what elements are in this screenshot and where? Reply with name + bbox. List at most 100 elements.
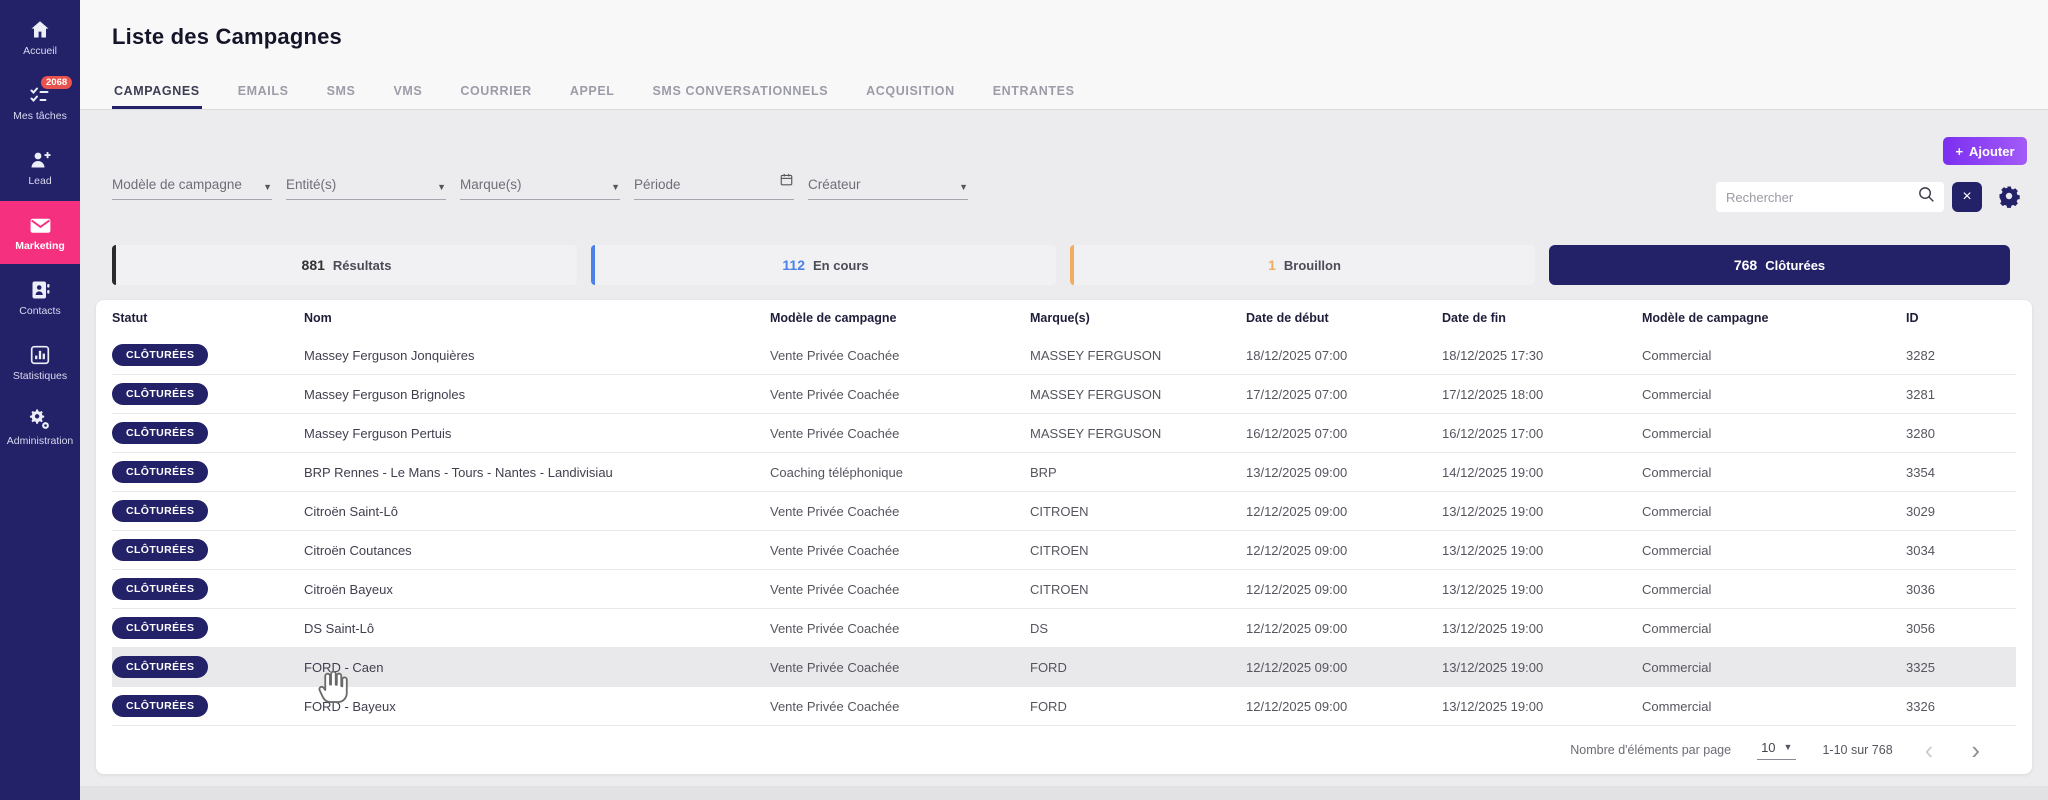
stat-card-resultats[interactable]: 881 Résultats	[112, 245, 577, 285]
page-title: Liste des Campagnes	[112, 24, 342, 49]
sidebar-item-accueil[interactable]: Accueil	[0, 6, 80, 69]
cell-nom: FORD - Bayeux	[304, 698, 396, 714]
page-bottom-strip	[80, 786, 2048, 800]
cell-modele-2: Commercial	[1642, 620, 1712, 636]
table-row[interactable]: CLÔTURÉES Citroën Saint-Lô Vente Privée …	[112, 492, 2016, 531]
cell-nom: BRP Rennes - Le Mans - Tours - Nantes - …	[304, 464, 613, 480]
table-row[interactable]: CLÔTURÉES BRP Rennes - Le Mans - Tours -…	[112, 453, 2016, 492]
filter-periode[interactable]: Période	[634, 172, 794, 200]
cell-marque: FORD	[1030, 698, 1067, 714]
page-size-select[interactable]: 10 ▼	[1757, 740, 1797, 760]
table-row[interactable]: CLÔTURÉES Massey Ferguson Pertuis Vente …	[112, 414, 2016, 453]
stat-card-brouillon[interactable]: 1 Brouillon	[1070, 245, 1535, 285]
cell-nom: Citroën Coutances	[304, 542, 412, 558]
plus-icon: +	[1955, 143, 1964, 159]
cell-nom: DS Saint-Lô	[304, 620, 375, 636]
search-input[interactable]	[1726, 189, 1917, 205]
filter-createur[interactable]: Créateur ▼	[808, 172, 968, 200]
cell-nom: Massey Ferguson Jonquières	[304, 347, 475, 363]
chevron-down-icon: ▼	[959, 182, 968, 192]
cell-date-debut: 12/12/2025 09:00	[1246, 581, 1348, 597]
clear-search-button[interactable]: ×	[1952, 182, 1982, 212]
sidebar-item-mes-taches[interactable]: 2068 Mes tâches	[0, 71, 80, 134]
cell-date-debut: 12/12/2025 09:00	[1246, 620, 1348, 636]
cell-date-fin: 13/12/2025 19:00	[1442, 503, 1544, 519]
table-row[interactable]: CLÔTURÉES FORD - Bayeux Vente Privée Coa…	[112, 687, 2016, 726]
status-badge: CLÔTURÉES	[112, 617, 209, 639]
cell-id: 3354	[1906, 464, 1935, 480]
table-row[interactable]: CLÔTURÉES DS Saint-Lô Vente Privée Coach…	[112, 609, 2016, 648]
column-header-date-fin: Date de fin	[1442, 311, 1506, 325]
tab-emails[interactable]: EMAILS	[236, 78, 291, 109]
chevron-left-icon: ‹	[1924, 734, 1934, 765]
cell-date-debut: 18/12/2025 07:00	[1246, 347, 1348, 363]
stat-card-en-cours[interactable]: 112 En cours	[591, 245, 1056, 285]
stat-card-cloturees[interactable]: 768 Clôturées	[1549, 245, 2010, 285]
campaign-table: Statut Nom Modèle de campagne Marque(s) …	[96, 300, 2032, 774]
cell-nom: Citroën Saint-Lô	[304, 503, 398, 519]
cell-date-debut: 12/12/2025 09:00	[1246, 698, 1348, 714]
table-settings-button[interactable]	[1996, 184, 2022, 210]
sidebar-item-marketing[interactable]: Marketing	[0, 201, 80, 264]
table-footer: Nombre d'éléments par page 10 ▼ 1-10 sur…	[112, 726, 2016, 773]
filter-entites[interactable]: Entité(s) ▼	[286, 172, 446, 200]
cell-id: 3056	[1906, 620, 1935, 636]
cell-date-fin: 13/12/2025 19:00	[1442, 620, 1544, 636]
tab-acquisition[interactable]: ACQUISITION	[864, 78, 957, 109]
filter-marques[interactable]: Marque(s) ▼	[460, 172, 620, 200]
tab-sms[interactable]: SMS	[325, 78, 358, 109]
tab-appel[interactable]: APPEL	[568, 78, 617, 109]
cell-date-debut: 12/12/2025 09:00	[1246, 659, 1348, 675]
sidebar-item-statistiques[interactable]: Statistiques	[0, 331, 80, 394]
cell-date-debut: 13/12/2025 09:00	[1246, 464, 1348, 480]
cell-modele-2: Commercial	[1642, 503, 1712, 519]
tab-courrier[interactable]: COURRIER	[458, 78, 533, 109]
cell-nom: Citroën Bayeux	[304, 581, 393, 597]
filter-bar: Modèle de campagne ▼ Entité(s) ▼ Marque(…	[112, 172, 968, 200]
table-row[interactable]: CLÔTURÉES Citroën Bayeux Vente Privée Co…	[112, 570, 2016, 609]
cell-marque: FORD	[1030, 659, 1067, 675]
cell-modele-2: Commercial	[1642, 425, 1712, 441]
previous-page-button[interactable]: ‹	[1919, 737, 1940, 763]
table-row[interactable]: CLÔTURÉES Massey Ferguson Jonquières Ven…	[112, 336, 2016, 375]
search-icon[interactable]	[1917, 185, 1936, 209]
cell-date-fin: 18/12/2025 17:30	[1442, 347, 1544, 363]
status-badge: CLÔTURÉES	[112, 344, 209, 366]
cell-modele: Vente Privée Coachée	[770, 425, 900, 441]
page-size-label: Nombre d'éléments par page	[1570, 742, 1732, 757]
cell-modele: Vente Privée Coachée	[770, 503, 900, 519]
tab-entrantes[interactable]: ENTRANTES	[991, 78, 1077, 109]
status-badge: CLÔTURÉES	[112, 383, 209, 405]
contacts-icon	[27, 278, 53, 302]
tasks-count-badge: 2068	[41, 76, 73, 89]
sidebar: Accueil 2068 Mes tâches Lead Marketing C…	[0, 0, 80, 800]
cell-modele-2: Commercial	[1642, 659, 1712, 675]
cell-date-debut: 17/12/2025 07:00	[1246, 386, 1348, 402]
table-row[interactable]: CLÔTURÉES Massey Ferguson Brignoles Vent…	[112, 375, 2016, 414]
cell-modele-2: Commercial	[1642, 581, 1712, 597]
next-page-button[interactable]: ›	[1965, 737, 1986, 763]
cell-marque: CITROEN	[1030, 542, 1089, 558]
column-header-nom: Nom	[304, 311, 332, 325]
table-row[interactable]: CLÔTURÉES Citroën Coutances Vente Privée…	[112, 531, 2016, 570]
sidebar-item-contacts[interactable]: Contacts	[0, 266, 80, 329]
main-content: + Ajouter Modèle de campagne ▼ Entité(s)…	[80, 110, 2048, 800]
cell-modele: Vente Privée Coachée	[770, 581, 900, 597]
status-badge: CLÔTURÉES	[112, 539, 209, 561]
column-header-date-debut: Date de début	[1246, 311, 1329, 325]
add-campaign-button[interactable]: + Ajouter	[1943, 137, 2027, 165]
tab-vms[interactable]: VMS	[391, 78, 424, 109]
tab-campagnes[interactable]: CAMPAGNES	[112, 78, 202, 109]
tab-sms-conversationnels[interactable]: SMS CONVERSATIONNELS	[651, 78, 831, 109]
sidebar-item-administration[interactable]: Administration	[0, 396, 80, 459]
home-icon	[27, 18, 53, 42]
search-box	[1716, 182, 1944, 212]
cell-modele-2: Commercial	[1642, 386, 1712, 402]
sidebar-item-lead[interactable]: Lead	[0, 136, 80, 199]
cell-date-debut: 16/12/2025 07:00	[1246, 425, 1348, 441]
status-badge: CLÔTURÉES	[112, 656, 209, 678]
table-row[interactable]: CLÔTURÉES FORD - Caen Vente Privée Coach…	[112, 648, 2016, 687]
person-add-icon	[27, 148, 53, 172]
status-badge: CLÔTURÉES	[112, 695, 209, 717]
filter-modele-de-campagne[interactable]: Modèle de campagne ▼	[112, 172, 272, 200]
